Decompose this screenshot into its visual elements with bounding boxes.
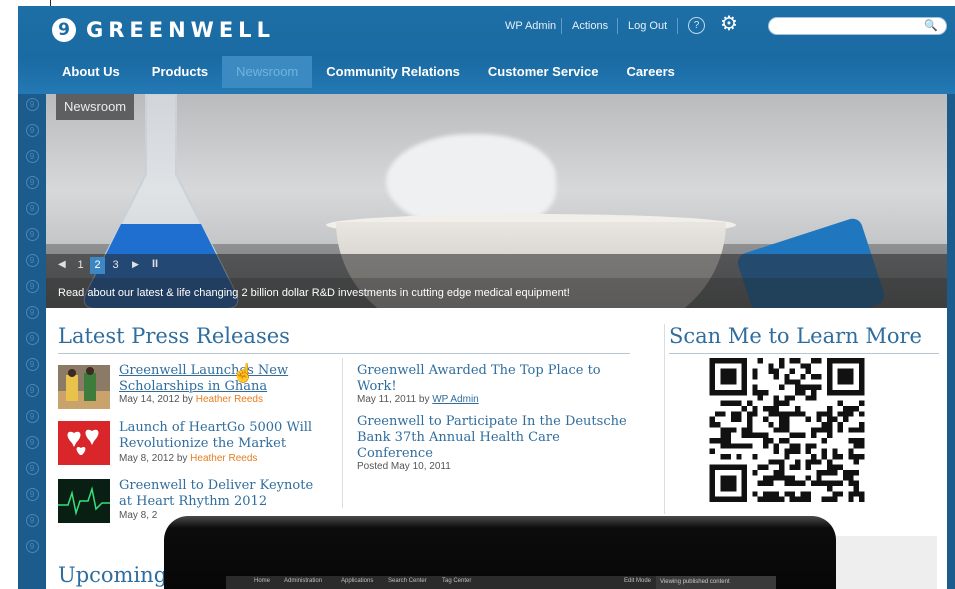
search-input[interactable]: 🔍 — [768, 17, 947, 35]
scan-rule — [669, 353, 939, 354]
press-author-link[interactable]: Heather Reeds — [190, 453, 257, 464]
nav-careers[interactable]: Careers — [612, 56, 688, 88]
press-date: May 14, 2012 by — [119, 394, 196, 405]
nav-products[interactable]: Products — [138, 56, 222, 88]
rail-dot-icon: 9 — [25, 436, 39, 449]
press-title-deutsche-bank[interactable]: Greenwell to Participate In the Deutsche… — [357, 414, 627, 462]
slider-controls: ◀ 1 2 3 ▶ II — [46, 254, 947, 278]
tablet-link-search-center[interactable]: Search Center — [388, 578, 427, 584]
press-releases-title: Latest Press Releases — [58, 324, 290, 348]
press-thumb-heart-rhythm[interactable] — [58, 479, 110, 523]
rail-dot-icon: 9 — [25, 462, 39, 475]
upcoming-title: Upcoming — [58, 563, 168, 587]
tablet-link-administration[interactable]: Administration — [284, 578, 322, 584]
left-margin — [0, 0, 18, 589]
press-author-link[interactable]: WP Admin — [432, 394, 479, 405]
tablet-link-applications[interactable]: Applications — [341, 578, 373, 584]
utility-separator — [677, 18, 678, 34]
slide-3-button[interactable]: 3 — [108, 257, 123, 274]
slide-1-button[interactable]: 1 — [73, 257, 88, 274]
rail-dot-icon: 9 — [25, 410, 39, 423]
actions-link[interactable]: Actions — [572, 20, 608, 32]
utility-separator — [561, 18, 562, 34]
rail-dot-icon: 9 — [25, 176, 39, 189]
press-meta-ghana: May 14, 2012 by Heather Reeds — [119, 394, 263, 405]
rail-dot-icon: 9 — [25, 228, 39, 241]
tablet-overlay: Home Administration Applications Search … — [164, 516, 836, 589]
tablet-edit-mode[interactable]: Edit Mode — [624, 578, 651, 584]
rail-dot-icon: 9 — [25, 280, 39, 293]
rail-dot-icon: 9 — [25, 150, 39, 163]
search-icon[interactable]: 🔍 — [924, 19, 938, 32]
main-nav: About Us Products Newsroom Community Rel… — [18, 56, 689, 88]
tablet-link-home[interactable]: Home — [254, 578, 270, 584]
hand-cursor-icon: ☝ — [232, 363, 255, 383]
help-icon[interactable]: ? — [688, 17, 705, 34]
tablet-status: Viewing published content — [656, 576, 776, 589]
rail-dot-icon: 9 — [25, 332, 39, 345]
press-rule — [58, 353, 630, 354]
rail-dot-icon: 9 — [25, 254, 39, 267]
decorative-rail-right — [947, 94, 955, 589]
rail-dot-icon: 9 — [25, 384, 39, 397]
rail-dot-icon: 9 — [25, 124, 39, 137]
hero-slider: Newsroom ◀ 1 2 3 ▶ II Read about our lat… — [46, 94, 947, 308]
brand-name[interactable]: GREENWELL — [86, 18, 275, 42]
rail-dot-icon: 9 — [25, 514, 39, 527]
press-title-heart-rhythm[interactable]: Greenwell to Deliver Keynote at Heart Rh… — [119, 478, 329, 510]
rail-dot-icon: 9 — [25, 540, 39, 553]
wp-admin-link[interactable]: WP Admin — [505, 20, 556, 32]
sidebar-box — [834, 536, 937, 589]
press-title-ghana[interactable]: Greenwell Launches New Scholarships in G… — [119, 363, 299, 395]
rail-dot-icon: 9 — [25, 358, 39, 371]
gear-icon[interactable]: ⚙ — [720, 11, 738, 36]
press-date: May 11, 2011 by — [357, 394, 433, 405]
nav-about-us[interactable]: About Us — [48, 56, 134, 88]
rail-dot-icon: 9 — [25, 488, 39, 501]
slider-prev-icon[interactable]: ◀ — [58, 259, 66, 270]
hero-label: Newsroom — [56, 94, 135, 120]
rail-dot-icon: 9 — [25, 98, 39, 111]
tablet-screen: Home Administration Applications Search … — [226, 576, 776, 589]
press-title-top-place[interactable]: Greenwell Awarded The Top Place to Work! — [357, 363, 607, 395]
rail-dot-icon: 9 — [25, 202, 39, 215]
nav-community-relations[interactable]: Community Relations — [312, 56, 474, 88]
logout-link[interactable]: Log Out — [628, 20, 667, 32]
press-meta-top-place: May 11, 2011 by WP Admin — [357, 394, 479, 405]
greenwell-logo-icon[interactable]: 9 — [52, 18, 76, 42]
slide-2-button[interactable]: 2 — [90, 257, 105, 274]
column-divider — [342, 358, 343, 508]
qr-code-image[interactable] — [709, 358, 865, 502]
hero-caption[interactable]: Read about our latest & life changing 2 … — [46, 278, 947, 308]
slider-next-icon[interactable]: ▶ — [132, 259, 139, 270]
rail-dot-icon: 9 — [25, 306, 39, 319]
decorative-rail: 9 9 9 9 9 9 9 9 9 9 9 9 9 9 9 9 9 9 — [18, 94, 46, 589]
utility-separator — [617, 18, 618, 34]
press-meta-heart-rhythm: May 8, 2 — [119, 510, 158, 521]
press-date: May 8, 2012 by — [119, 453, 191, 464]
press-title-heartgo[interactable]: Launch of HeartGo 5000 Will Revolutioniz… — [119, 420, 319, 452]
slider-pause-icon[interactable]: II — [152, 258, 158, 270]
press-thumb-ghana[interactable] — [58, 365, 110, 409]
scan-title: Scan Me to Learn More — [669, 324, 922, 348]
tablet-link-tag-center[interactable]: Tag Center — [442, 578, 471, 584]
sidebar-divider — [664, 324, 665, 514]
press-thumb-heartgo[interactable] — [58, 421, 110, 465]
nav-customer-service[interactable]: Customer Service — [474, 56, 613, 88]
press-meta-heartgo: May 8, 2012 by Heather Reeds — [119, 453, 257, 464]
press-meta-deutsche-bank: Posted May 10, 2011 — [357, 461, 451, 472]
press-author-link[interactable]: Heather Reeds — [196, 394, 263, 405]
nav-newsroom[interactable]: Newsroom — [222, 56, 313, 88]
